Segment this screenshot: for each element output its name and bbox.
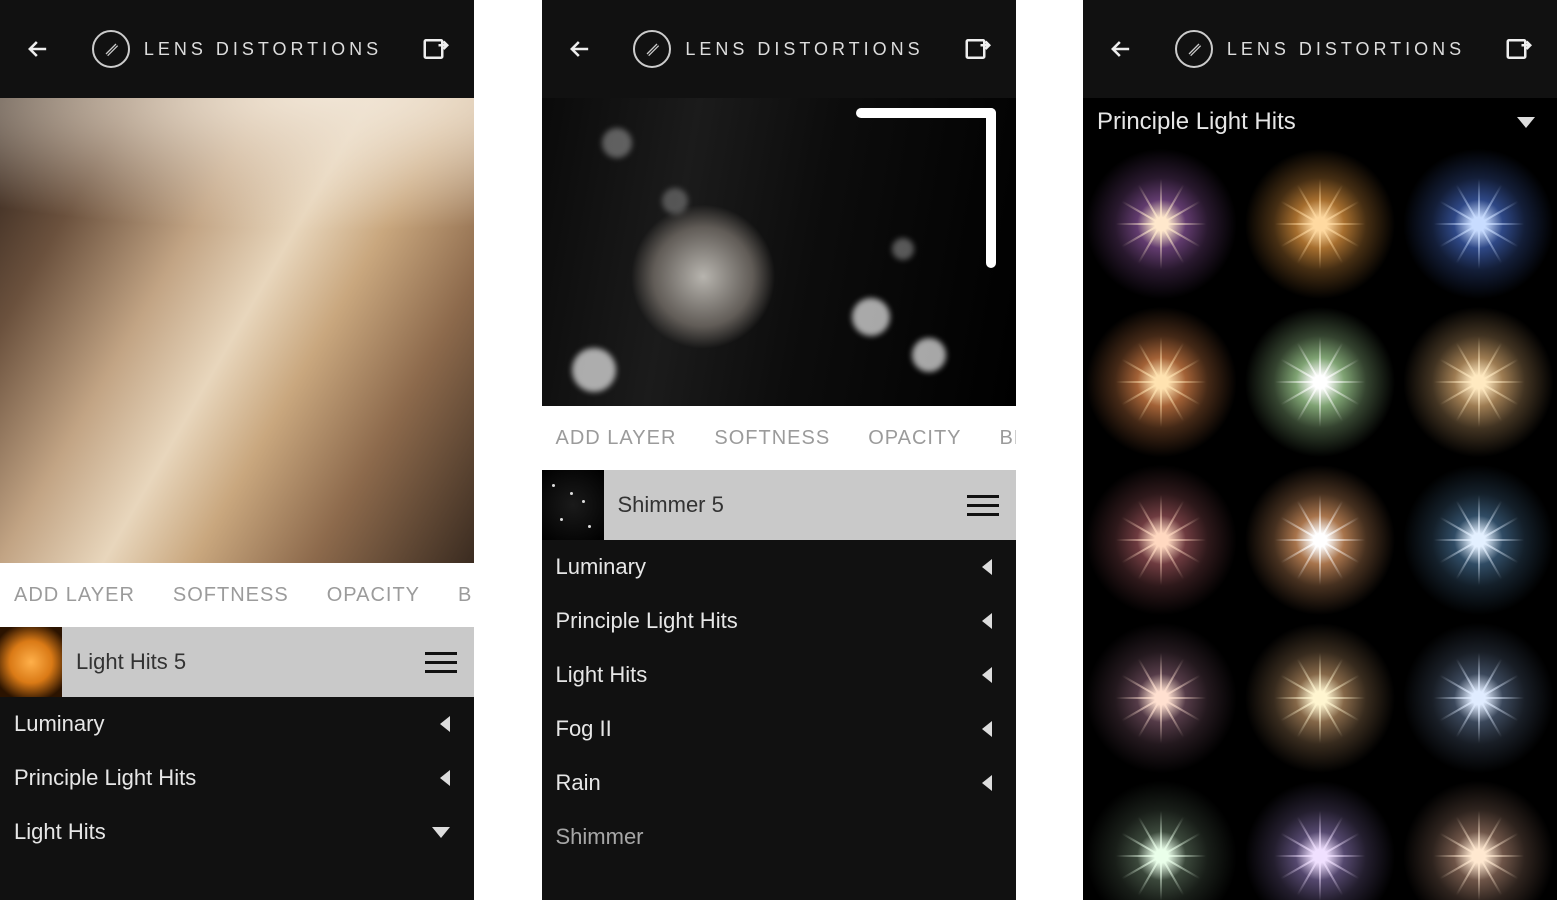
effect-swatch[interactable] — [1083, 778, 1240, 900]
app-screen-3: LENS DISTORTIONS Principle Light Hits — [1083, 0, 1557, 900]
current-category-label: Principle Light Hits — [1097, 108, 1296, 136]
app-screen-1: LENS DISTORTIONS ADD LAYER SOFTNESS OPAC… — [0, 0, 474, 900]
category-luminary[interactable]: Luminary — [542, 540, 1016, 594]
effect-swatch[interactable] — [1083, 462, 1240, 618]
tab-opacity[interactable]: OPACITY — [868, 427, 961, 450]
reorder-handle-icon[interactable] — [424, 652, 474, 673]
category-fog-ii[interactable]: Fog II — [542, 702, 1016, 756]
selected-effect-label: Light Hits 5 — [62, 649, 424, 675]
back-button[interactable] — [18, 29, 58, 69]
category-principle-light-hits[interactable]: Principle Light Hits — [0, 751, 474, 805]
category-light-hits[interactable]: Light Hits — [542, 648, 1016, 702]
logo-icon — [633, 30, 671, 68]
tool-tabs: ADD LAYER SOFTNESS OPACITY BRIGHTNESS — [0, 563, 474, 627]
caret-left-icon — [982, 667, 992, 683]
effect-swatch[interactable] — [1242, 146, 1399, 302]
reorder-handle-icon[interactable] — [966, 495, 1016, 516]
effect-swatch[interactable] — [1400, 146, 1557, 302]
effect-thumbnail — [542, 470, 604, 540]
effect-swatch[interactable] — [1400, 778, 1557, 900]
app-brand: LENS DISTORTIONS — [633, 30, 923, 68]
selected-effect-row[interactable]: Light Hits 5 — [0, 627, 474, 697]
app-title: LENS DISTORTIONS — [1227, 39, 1465, 60]
app-brand: LENS DISTORTIONS — [92, 30, 382, 68]
tab-add-layer[interactable]: ADD LAYER — [14, 584, 135, 607]
app-header: LENS DISTORTIONS — [1083, 0, 1557, 98]
category-rain[interactable]: Rain — [542, 756, 1016, 810]
caret-left-icon — [982, 559, 992, 575]
category-dropdown[interactable]: Principle Light Hits — [1083, 98, 1557, 146]
category-label: Shimmer — [556, 824, 644, 850]
tab-softness[interactable]: SOFTNESS — [714, 427, 830, 450]
app-header: LENS DISTORTIONS — [542, 0, 1016, 98]
category-label: Light Hits — [556, 662, 648, 688]
tab-brightness[interactable]: BRIGHTNESS — [1000, 427, 1016, 450]
image-preview[interactable] — [542, 98, 1016, 406]
export-button[interactable] — [416, 29, 456, 69]
app-header: LENS DISTORTIONS — [0, 0, 474, 98]
back-button[interactable] — [560, 29, 600, 69]
effect-grid — [1083, 146, 1557, 900]
caret-left-icon — [440, 716, 450, 732]
logo-icon — [92, 30, 130, 68]
effect-swatch[interactable] — [1400, 620, 1557, 776]
logo-icon — [1175, 30, 1213, 68]
tab-softness[interactable]: SOFTNESS — [173, 584, 289, 607]
tab-brightness[interactable]: BRIGHTNESS — [458, 584, 474, 607]
category-list: Luminary Principle Light Hits Light Hits… — [542, 540, 1016, 900]
effect-swatch[interactable] — [1242, 620, 1399, 776]
effect-swatch[interactable] — [1242, 462, 1399, 618]
effect-swatch[interactable] — [1083, 620, 1240, 776]
category-label: Rain — [556, 770, 601, 796]
category-label: Fog II — [556, 716, 612, 742]
selected-effect-label: Shimmer 5 — [604, 492, 966, 518]
tool-tabs: ADD LAYER SOFTNESS OPACITY BRIGHTNESS — [542, 406, 1016, 470]
category-shimmer[interactable]: Shimmer — [542, 810, 1016, 864]
effect-swatch[interactable] — [1242, 778, 1399, 900]
category-luminary[interactable]: Luminary — [0, 697, 474, 751]
category-light-hits[interactable]: Light Hits — [0, 805, 474, 859]
category-label: Light Hits — [14, 819, 106, 845]
caret-down-icon — [1517, 117, 1535, 128]
effect-swatch[interactable] — [1242, 304, 1399, 460]
app-brand: LENS DISTORTIONS — [1175, 30, 1465, 68]
effect-swatch[interactable] — [1083, 146, 1240, 302]
category-label: Luminary — [556, 554, 646, 580]
caret-left-icon — [440, 770, 450, 786]
tab-opacity[interactable]: OPACITY — [327, 584, 420, 607]
export-button[interactable] — [1499, 29, 1539, 69]
effect-swatch[interactable] — [1400, 304, 1557, 460]
category-list: Luminary Principle Light Hits Light Hits — [0, 697, 474, 900]
category-principle-light-hits[interactable]: Principle Light Hits — [542, 594, 1016, 648]
category-label: Principle Light Hits — [14, 765, 196, 791]
export-button[interactable] — [958, 29, 998, 69]
caret-left-icon — [982, 721, 992, 737]
app-title: LENS DISTORTIONS — [144, 39, 382, 60]
effect-thumbnail — [0, 627, 62, 697]
category-label: Principle Light Hits — [556, 608, 738, 634]
selected-effect-row[interactable]: Shimmer 5 — [542, 470, 1016, 540]
caret-left-icon — [982, 775, 992, 791]
caret-down-icon — [432, 827, 450, 838]
effect-swatch[interactable] — [1400, 462, 1557, 618]
effect-swatch[interactable] — [1083, 304, 1240, 460]
caret-left-icon — [982, 613, 992, 629]
app-title: LENS DISTORTIONS — [685, 39, 923, 60]
back-button[interactable] — [1101, 29, 1141, 69]
app-screen-2: LENS DISTORTIONS ADD LAYER SOFTNESS OPAC… — [542, 0, 1016, 900]
tab-add-layer[interactable]: ADD LAYER — [556, 427, 677, 450]
image-preview[interactable] — [0, 98, 474, 563]
category-label: Luminary — [14, 711, 104, 737]
